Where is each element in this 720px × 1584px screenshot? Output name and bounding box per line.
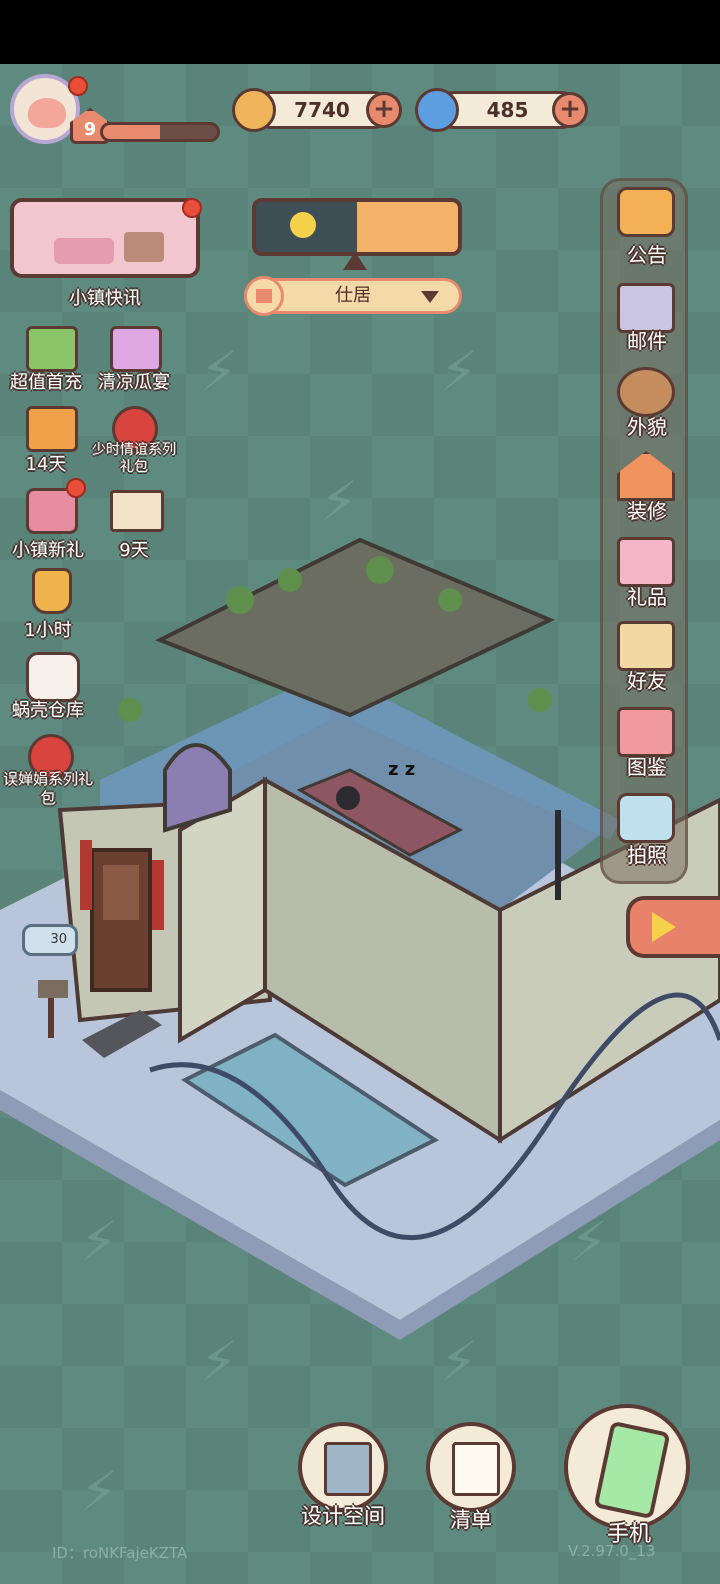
left-event-label: 小镇新礼 xyxy=(12,540,84,561)
bolt-icon: ⚡ xyxy=(200,340,238,403)
news-notification-dot xyxy=(182,198,202,218)
phone-button[interactable] xyxy=(564,1404,690,1530)
version-text: V.2.97.0_13 xyxy=(568,1542,656,1560)
checklist-button[interactable] xyxy=(426,1422,516,1512)
right-menu-panel: 公告 邮件 外貌 装修 礼品 好友 图鉴 拍照 xyxy=(600,178,688,884)
day-night-indicator xyxy=(252,198,462,256)
chevron-down-icon xyxy=(421,291,439,303)
left-event-label: 14天 xyxy=(25,454,67,475)
notepad-icon xyxy=(452,1442,500,1496)
gift-box-icon[interactable] xyxy=(617,537,675,587)
left-event-label: 误婵娟系列礼包 xyxy=(2,770,93,807)
exp-fill xyxy=(103,125,160,139)
bolt-icon: ⚡ xyxy=(440,340,478,403)
ruler-blueprint-icon xyxy=(324,1442,372,1496)
menu-label: 邮件 xyxy=(627,329,667,353)
coat-rack xyxy=(555,810,561,900)
camera-icon[interactable] xyxy=(617,793,675,843)
shell-storage-icon[interactable] xyxy=(18,646,80,702)
left-event-label: 1小时 xyxy=(24,620,72,641)
contact-book-icon[interactable] xyxy=(617,621,675,671)
player-id-text: ID：roNKFajeKZTA xyxy=(52,1544,188,1562)
trophy-icon[interactable] xyxy=(18,562,78,618)
add-gems-button[interactable]: + xyxy=(552,92,588,128)
checklist-label: 清单 xyxy=(450,1508,492,1532)
character-face-icon[interactable] xyxy=(617,367,675,417)
status-bar xyxy=(0,0,720,64)
mailbox-count-bubble[interactable]: 30 xyxy=(22,924,78,956)
swirl-gem-icon xyxy=(415,88,459,132)
menu-label: 公告 xyxy=(627,243,667,267)
menu-label: 装修 xyxy=(627,499,667,523)
town-gift-notification-dot xyxy=(66,478,86,498)
design-space-button[interactable] xyxy=(298,1422,388,1512)
first-recharge-gift-icon[interactable] xyxy=(18,318,78,374)
coin-icon xyxy=(232,88,276,132)
menu-label: 图鉴 xyxy=(627,755,667,779)
play-arrow-icon xyxy=(652,912,676,942)
town-news-label: 小镇快讯 xyxy=(69,288,141,309)
left-event-label: 少时情谊系列礼包 xyxy=(92,442,176,475)
town-news-thumbnail[interactable] xyxy=(10,198,200,278)
expand-arrow-button[interactable] xyxy=(626,896,720,958)
left-event-label: 清凉瓜宴 xyxy=(98,372,170,393)
menu-label: 礼品 xyxy=(627,585,667,609)
home-icon xyxy=(244,276,284,316)
phone-icon xyxy=(593,1420,671,1520)
menu-label: 好友 xyxy=(627,669,667,693)
svg-text:z z: z z xyxy=(388,759,415,780)
menu-label: 拍照 xyxy=(627,843,667,867)
exp-bar xyxy=(100,122,220,142)
menu-label: 外貌 xyxy=(627,415,667,439)
avatar-notification-dot xyxy=(68,76,88,96)
design-space-label: 设计空间 xyxy=(301,1504,385,1528)
left-event-label: 超值首充 xyxy=(10,372,82,393)
time-marker-icon xyxy=(343,252,367,270)
left-event-label: 蜗壳仓库 xyxy=(12,700,84,721)
roof xyxy=(155,537,555,718)
album-book-icon[interactable] xyxy=(617,707,675,757)
bolt-icon: ⚡ xyxy=(80,1460,118,1523)
mailbox xyxy=(38,980,68,998)
melon-feast-gift-icon[interactable] xyxy=(102,318,162,374)
fourteen-day-gift-icon[interactable] xyxy=(18,398,78,454)
add-coins-button[interactable]: + xyxy=(366,92,402,128)
letter-gift-icon[interactable] xyxy=(102,480,164,536)
megaphone-icon[interactable] xyxy=(617,187,675,237)
house-wrench-icon[interactable] xyxy=(617,451,675,501)
left-event-label: 9天 xyxy=(119,540,149,561)
